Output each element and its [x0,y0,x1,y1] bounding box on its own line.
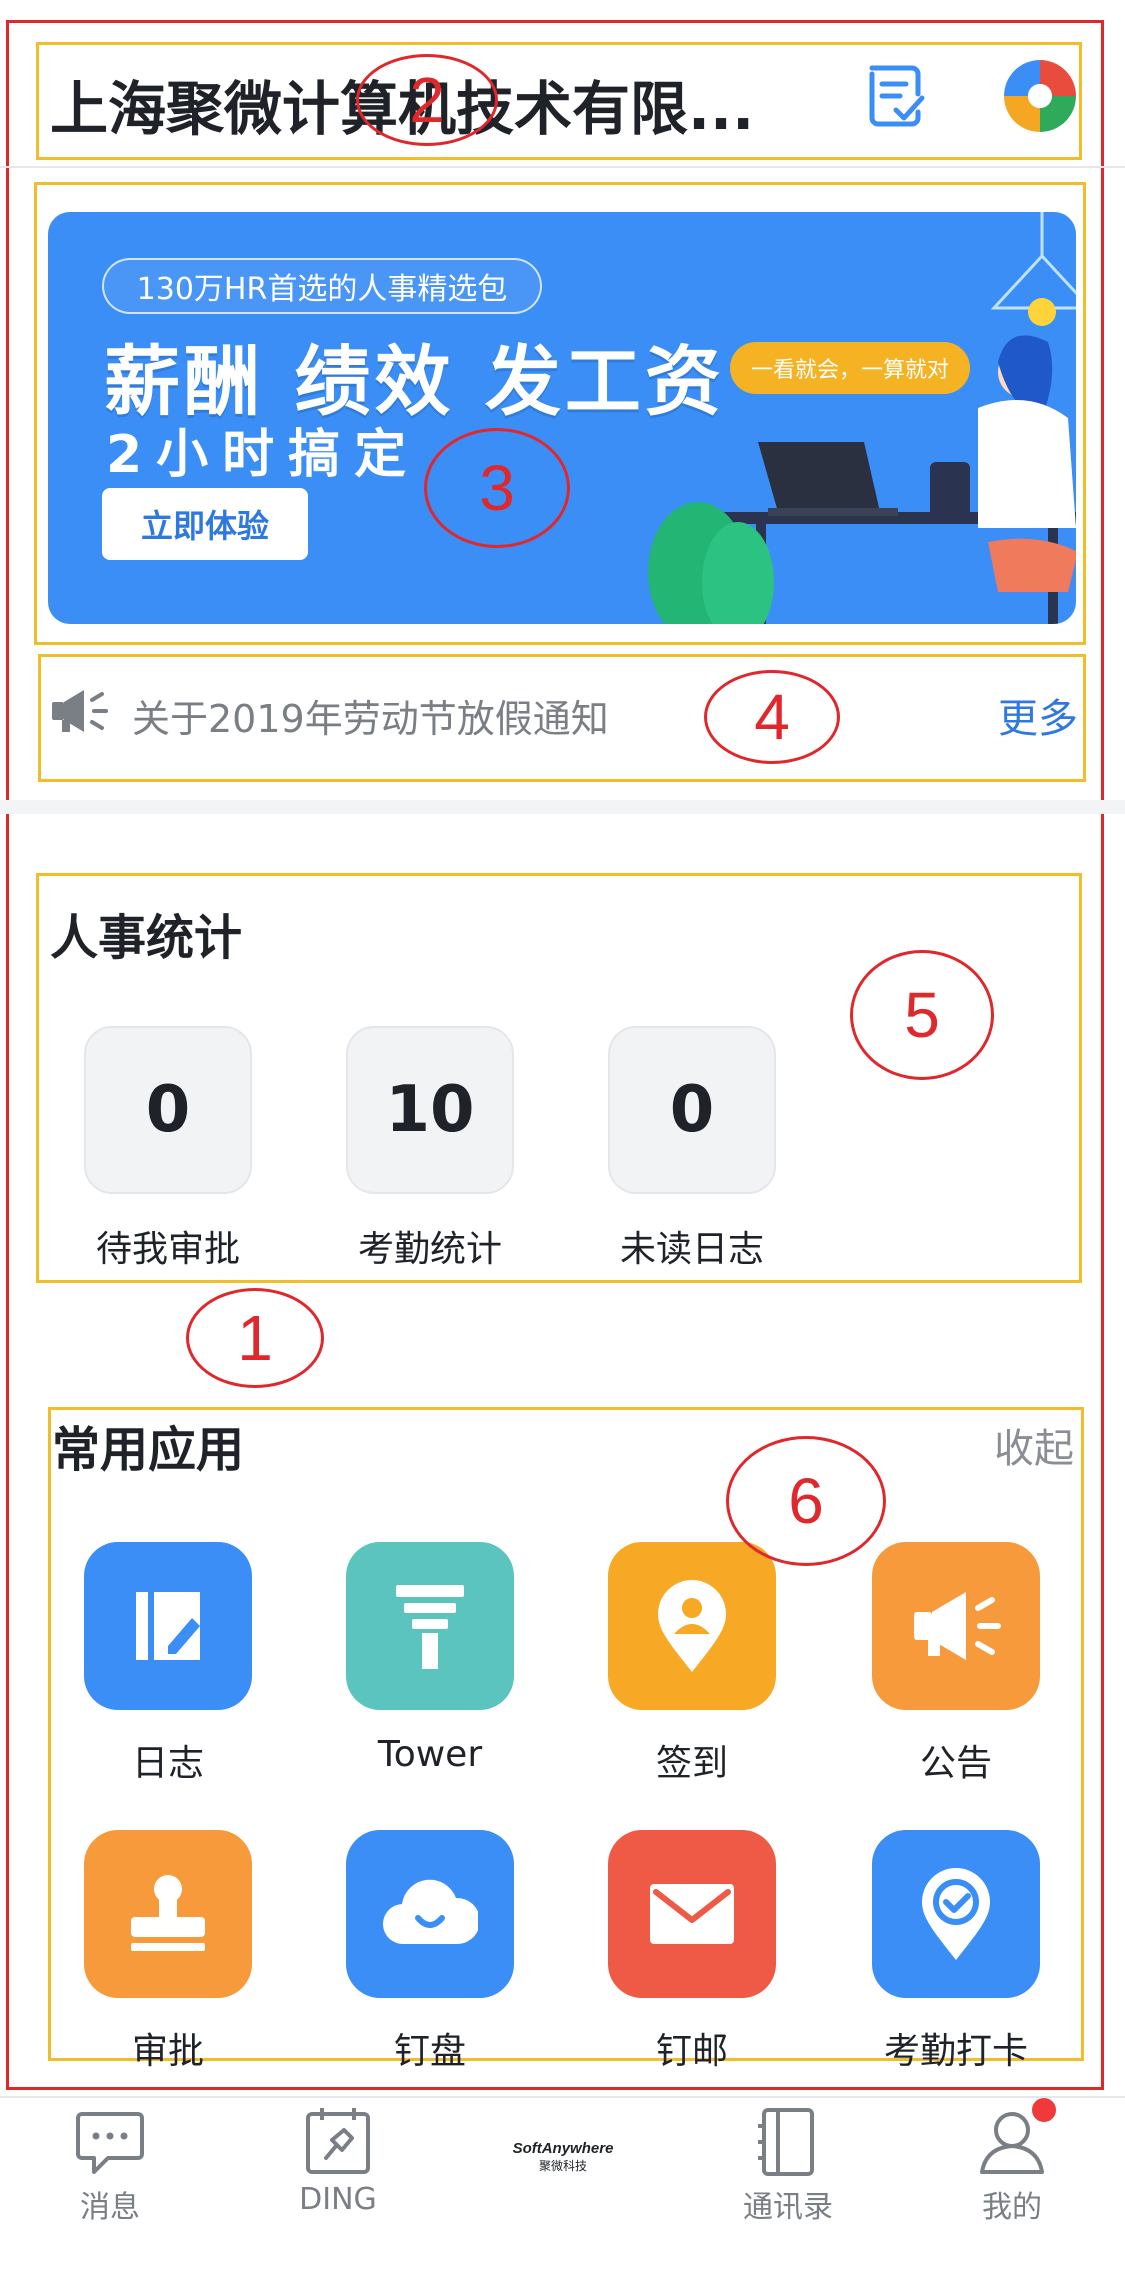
stat-attendance-label: 考勤统计 [357,1229,502,1270]
app-tower-label: Tower [377,1734,483,1775]
annotation-marker-3: 3 [424,428,570,548]
more-link[interactable]: 更多 [998,686,1078,744]
apps-title: 常用应用 [52,1422,245,1478]
tab-contacts-label: 通讯录 [743,2190,833,2225]
tower-icon [396,1585,464,1669]
try-now-button[interactable]: 立即体验 [102,488,308,560]
app-approval-label: 审批 [131,2031,204,2072]
app-tower[interactable] [346,1542,514,1710]
header-divider [0,166,1125,168]
calendar-pin-icon [306,2108,370,2174]
tabbar-divider [0,2096,1125,2098]
app-mail[interactable] [608,1830,776,1998]
address-book-icon [758,2108,814,2176]
app-attendance-punch[interactable] [872,1830,1040,1998]
promo-banner[interactable]: 130万HR首选的人事精选包 薪酬 绩效 发工资 2小时搞定 立即体验 一看就会… [48,212,1076,624]
banner-subline: 2小时搞定 [106,425,421,485]
notification-dot [1032,2098,1056,2122]
tab-messages[interactable]: 消息 [40,2106,180,2266]
tab-me-label: 我的 [982,2190,1042,2225]
app-attendance-punch-label: 考勤打卡 [883,2031,1028,2072]
banner-illustration [648,212,1076,624]
tab-ding[interactable]: DING [268,2106,408,2266]
megaphone-icon [914,1592,1001,1660]
edit-check-icon[interactable] [860,60,932,132]
tab-contacts[interactable]: 通讯录 [718,2106,858,2266]
app-announcement-label: 公告 [919,1743,992,1784]
cloud-icon [382,1879,478,1945]
megaphone-icon [50,686,110,736]
softanywhere-logo[interactable]: SoftAnywhere 聚微科技 [498,2140,628,2200]
notice-divider [0,800,1125,814]
app-mail-label: 钉邮 [655,2031,728,2072]
banner-tag: 130万HR首选的人事精选包 [102,258,542,314]
stamp-icon [131,1875,205,1951]
hr-stats-title: 人事统计 [50,910,243,966]
notice-text[interactable]: 关于2019年劳动节放假通知 [132,688,609,743]
stat-attendance[interactable]: 10 [346,1026,514,1194]
annotation-marker-1: 1 [186,1288,324,1388]
annotation-marker-5: 5 [850,950,994,1080]
app-checkin-label: 签到 [655,1743,728,1784]
journal-icon [136,1592,200,1660]
app-cloud-drive[interactable] [346,1830,514,1998]
colorful-logo-icon[interactable] [1002,58,1078,134]
annotation-marker-4: 4 [704,670,840,764]
annotation-marker-2: 2 [356,54,498,146]
location-person-icon [658,1580,726,1672]
logo-text: SoftAnywhere [512,2140,614,2157]
stat-unread-logs[interactable]: 0 [608,1026,776,1194]
stat-pending-approval-label: 待我审批 [95,1229,240,1270]
app-journal[interactable] [84,1542,252,1710]
tab-messages-label: 消息 [80,2190,140,2225]
mail-icon [650,1884,734,1944]
chat-bubble-icon [76,2112,144,2174]
tab-ding-label: DING [299,2182,377,2217]
annotation-marker-6: 6 [726,1436,886,1566]
app-checkin[interactable] [608,1542,776,1710]
location-check-icon [922,1868,990,1960]
app-cloud-drive-label: 钉盘 [393,2031,466,2072]
stat-pending-approval[interactable]: 0 [84,1026,252,1194]
app-journal-label: 日志 [131,1743,204,1784]
app-approval[interactable] [84,1830,252,1998]
collapse-button[interactable]: 收起 [994,1416,1074,1474]
logo-sub: 聚微科技 [538,2159,587,2173]
tab-me[interactable]: 我的 [942,2106,1082,2266]
stat-unread-logs-label: 未读日志 [619,1229,764,1270]
app-announcement[interactable] [872,1542,1040,1710]
